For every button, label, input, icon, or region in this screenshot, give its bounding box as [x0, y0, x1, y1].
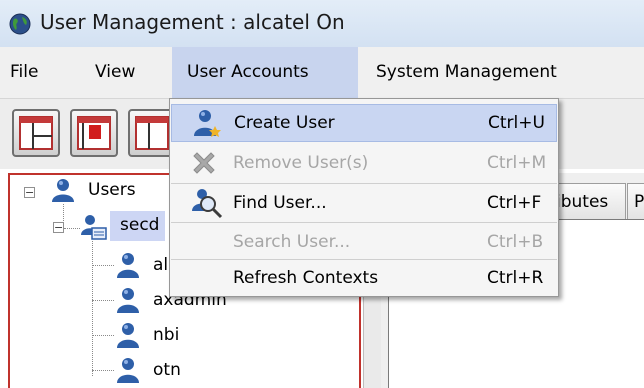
- layout-red-icon: [77, 116, 111, 150]
- menu-item-label: Remove User(s): [233, 153, 369, 173]
- menu-item-create-user[interactable]: Create User Ctrl+U: [171, 104, 557, 142]
- collapse-group-toggle[interactable]: −: [53, 222, 64, 233]
- user-icon: [117, 358, 139, 383]
- menu-item-shortcut: Ctrl+R: [487, 268, 544, 288]
- user-icon: [117, 323, 139, 348]
- user-icon: [117, 253, 139, 278]
- menu-view[interactable]: View: [95, 47, 135, 98]
- layout-split-icon: [19, 116, 53, 150]
- menu-item-shortcut: Ctrl+M: [487, 153, 547, 173]
- menu-system-management[interactable]: System Management: [376, 47, 557, 98]
- remove-x-icon: [193, 152, 215, 174]
- menu-item-shortcut: Ctrl+F: [487, 193, 542, 213]
- collapse-users-toggle[interactable]: −: [24, 187, 35, 198]
- tree-line: [92, 241, 93, 376]
- tree-group-secd[interactable]: secd: [120, 215, 159, 235]
- menu-item-search-user[interactable]: Search User... Ctrl+B: [171, 223, 557, 261]
- layout-partial-icon: [135, 116, 169, 150]
- menu-item-remove-users[interactable]: Remove User(s) Ctrl+M: [171, 144, 557, 182]
- menu-item-label: Find User...: [233, 193, 327, 213]
- find-user-icon: [192, 189, 223, 219]
- menu-item-find-user[interactable]: Find User... Ctrl+F: [171, 184, 557, 222]
- user-group-node-icon: [81, 215, 107, 240]
- tree-line: [92, 335, 114, 336]
- tree-line: [92, 300, 114, 301]
- menu-item-label: Search User...: [233, 232, 351, 252]
- menu-file[interactable]: File: [10, 47, 38, 98]
- tree-user-al[interactable]: al: [153, 255, 168, 275]
- title-bar: User Management : alcatel On: [0, 0, 644, 47]
- user-accounts-dropdown: Create User Ctrl+U Remove User(s) Ctrl+M…: [169, 98, 559, 297]
- menu-bar: File View User Accounts System Managemen…: [0, 47, 644, 99]
- user-icon: [117, 288, 139, 313]
- menu-user-accounts[interactable]: User Accounts: [172, 47, 358, 98]
- menu-item-refresh-contexts[interactable]: Refresh Contexts Ctrl+R: [171, 259, 557, 297]
- user-add-icon: [194, 110, 221, 137]
- tree-line: [92, 370, 114, 371]
- menu-item-shortcut: Ctrl+U: [488, 113, 545, 133]
- tree-line: [92, 265, 114, 266]
- tab-next[interactable]: P: [627, 183, 644, 219]
- menu-item-label: Refresh Contexts: [233, 268, 379, 288]
- layout-red-button[interactable]: [70, 109, 118, 157]
- users-group-icon: [52, 179, 74, 202]
- tree-root-users[interactable]: Users: [88, 180, 136, 200]
- menu-item-shortcut: Ctrl+B: [487, 232, 544, 252]
- tree-user-nbi[interactable]: nbi: [153, 325, 179, 345]
- globe-icon: [9, 13, 31, 35]
- menu-item-label: Create User: [234, 113, 335, 133]
- tree-line: [64, 228, 80, 229]
- window-title: User Management : alcatel On: [40, 10, 345, 34]
- layout-split-button[interactable]: [12, 109, 60, 157]
- tree-user-otn[interactable]: otn: [153, 360, 181, 380]
